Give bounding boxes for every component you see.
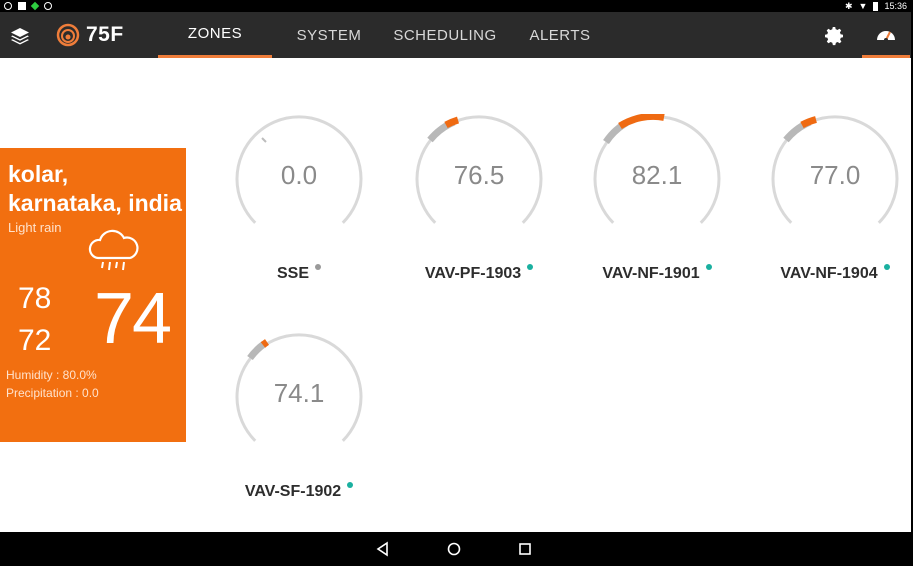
app-bar: 75F ZONES SYSTEM SCHEDULING ALERTS	[0, 12, 911, 58]
zone-card-vav-pf-1903[interactable]: 76.5 VAV-PF-1903	[404, 114, 554, 314]
dashboard-gauge-icon	[877, 30, 895, 42]
zone-card-vav-sf-1902[interactable]: 74.1 VAV-SF-1902	[224, 332, 374, 532]
zone-card-vav-nf-1904[interactable]: 77.0 VAV-NF-1904	[760, 114, 910, 314]
sync-icon	[44, 2, 52, 10]
weather-card: kolar, karnataka, india Light rain 78 72…	[0, 148, 186, 442]
logo-flame-icon	[56, 23, 80, 47]
app-notification-icon	[30, 1, 40, 11]
zones-content: kolar, karnataka, india Light rain 78 72…	[0, 58, 911, 532]
dashboard-button[interactable]	[862, 12, 910, 58]
weather-condition: Light rain	[8, 220, 62, 235]
zone-status-dot	[347, 482, 354, 488]
tab-system[interactable]: SYSTEM	[282, 12, 376, 58]
zone-status-dot	[315, 264, 321, 270]
zone-name: SSE	[276, 265, 309, 282]
bluetooth-icon: ✱	[845, 0, 853, 11]
tab-zones[interactable]: ZONES	[158, 12, 272, 58]
tab-scheduling[interactable]: SCHEDULING	[386, 12, 504, 58]
zone-temperature: 77.0	[809, 160, 861, 190]
tab-alerts[interactable]: ALERTS	[514, 12, 606, 58]
layers-menu-icon[interactable]	[10, 26, 30, 46]
android-screen: ✱ ▼ 15:36 75F ZONES SYSTEM SCHEDULING AL…	[0, 0, 913, 566]
wifi-icon: ▼	[858, 1, 868, 11]
zone-label: VAV-PF-1903	[404, 264, 554, 283]
weather-high-temp: 78	[18, 282, 52, 315]
zone-label: VAV-SF-1902	[224, 482, 374, 501]
weather-humidity: Humidity : 80.0%	[6, 368, 97, 382]
weather-location: kolar, karnataka, india	[8, 161, 182, 216]
zone-status-dot	[883, 264, 890, 270]
weather-low-temp: 72	[18, 324, 52, 357]
zone-label: SSE	[224, 264, 374, 283]
brand-logo: 75F	[56, 22, 124, 48]
notification-icon	[4, 2, 12, 10]
notification-square-icon	[18, 2, 26, 10]
zone-name: VAV-NF-1901	[602, 265, 700, 282]
rain-cloud-icon	[88, 229, 139, 271]
battery-icon	[873, 1, 879, 11]
weather-current-temp: 74	[94, 279, 172, 359]
status-bar: ✱ ▼ 15:36	[0, 0, 913, 12]
zone-temperature: 82.1	[631, 160, 683, 190]
android-nav-bar	[0, 532, 913, 566]
zone-card-vav-nf-1901[interactable]: 82.1 VAV-NF-1901	[582, 114, 732, 314]
recent-apps-icon[interactable]	[517, 541, 533, 557]
zone-name: VAV-PF-1903	[424, 265, 522, 282]
status-time: 15:36	[884, 1, 907, 11]
home-icon[interactable]	[446, 541, 462, 557]
zone-name: VAV-NF-1904	[780, 265, 878, 282]
logo-text: 75F	[86, 23, 124, 46]
back-icon[interactable]	[375, 541, 391, 557]
zone-status-dot	[705, 264, 712, 270]
zone-label: VAV-NF-1904	[760, 264, 910, 283]
gear-icon[interactable]	[822, 24, 846, 48]
weather-precipitation: Precipitation : 0.0	[6, 386, 99, 400]
zone-status-dot	[527, 264, 534, 270]
zone-temperature: 0.0	[280, 160, 318, 190]
zone-name: VAV-SF-1902	[244, 483, 342, 500]
zone-temperature: 74.1	[273, 378, 325, 408]
zone-label: VAV-NF-1901	[582, 264, 732, 283]
zone-temperature: 76.5	[453, 160, 505, 190]
zone-card-sse[interactable]: 0.0 SSE	[224, 114, 374, 314]
